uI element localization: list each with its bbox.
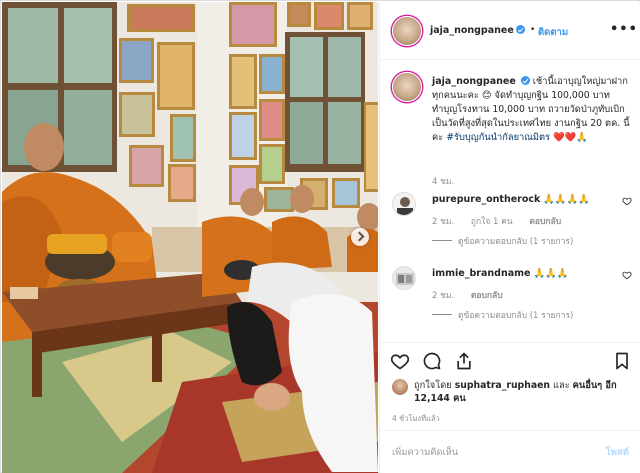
commenter-avatar[interactable] <box>392 266 416 290</box>
caption-timestamp[interactable]: 4 ชม. <box>432 174 454 188</box>
comment-reply-button[interactable]: ตอบกลับ <box>471 291 503 301</box>
comment-reply-button[interactable]: ตอบกลับ <box>529 217 561 227</box>
post-side-panel: jaja_nongpanee • ติดตาม ••• jaja_nongpan… <box>379 2 640 473</box>
more-options-icon[interactable]: ••• <box>610 22 638 37</box>
post-header: jaja_nongpanee • ติดตาม ••• <box>380 2 640 60</box>
comment-meta: 2 ชม. ถูกใจ 1 คน ตอบกลับ <box>432 214 575 228</box>
comment-username[interactable]: immie_brandname <box>432 268 530 279</box>
comment-text: 🙏🙏🙏🙏 <box>543 194 590 205</box>
add-comment-bar: โพสต์ <box>380 430 640 473</box>
verified-badge-icon <box>515 25 525 34</box>
post-comment-button[interactable]: โพสต์ <box>606 445 629 460</box>
comment-like-heart-icon[interactable] <box>622 270 632 280</box>
liker-avatar[interactable] <box>392 379 408 395</box>
bookmark-icon[interactable] <box>612 351 632 371</box>
like-heart-icon[interactable] <box>390 351 410 371</box>
follow-button[interactable]: ติดตาม <box>538 25 568 40</box>
header-separator: • <box>530 25 536 35</box>
post-photo[interactable] <box>2 2 378 473</box>
view-replies-label: ดูข้อความตอบกลับ (1 รายการ) <box>458 311 574 321</box>
comment-username[interactable]: purepure_ontherock <box>432 194 540 205</box>
post-action-bar <box>380 342 640 378</box>
share-icon[interactable] <box>454 351 474 371</box>
comment-bubble-icon[interactable] <box>422 351 442 371</box>
post-dialog: jaja_nongpanee • ติดตาม ••• jaja_nongpan… <box>0 0 640 473</box>
author-username[interactable]: jaja_nongpanee <box>430 25 514 36</box>
post-timestamp[interactable]: 4 ชั่วโมงที่แล้ว <box>392 413 440 425</box>
comment-likes[interactable]: ถูกใจ 1 คน <box>471 217 513 227</box>
comment-time[interactable]: 2 ชม. <box>432 217 454 227</box>
comment-like-heart-icon[interactable] <box>622 196 632 206</box>
comment-text: 🙏🙏🙏 <box>533 268 569 279</box>
caption-avatar[interactable] <box>392 72 422 102</box>
comment-body: immie_brandname 🙏🙏🙏 <box>432 268 612 279</box>
replies-divider <box>432 314 452 315</box>
author-username-wrap[interactable]: jaja_nongpanee <box>430 25 525 36</box>
author-avatar[interactable] <box>392 16 422 46</box>
comment-meta: 2 ชม. ตอบกลับ <box>432 288 517 302</box>
view-replies-label: ดูข้อความตอบกลับ (1 รายการ) <box>458 237 574 247</box>
caption-username[interactable]: jaja_nongpanee <box>432 76 516 87</box>
view-replies-button[interactable]: ดูข้อความตอบกลับ (1 รายการ) <box>432 234 573 248</box>
replies-divider <box>432 240 452 241</box>
caption-text: jaja_nongpanee เช้านี้เอาบุญใหญ่มาฝากทุก… <box>432 75 632 145</box>
view-replies-button[interactable]: ดูข้อความตอบกลับ (1 รายการ) <box>432 308 573 322</box>
carousel-next-button[interactable] <box>351 228 369 246</box>
verified-badge-icon <box>520 76 530 85</box>
comment-input[interactable] <box>392 444 582 460</box>
comment-time[interactable]: 2 ชม. <box>432 291 454 301</box>
likes-text: ถูกใจโดย suphatra_ruphaen และ คนอื่นๆ อี… <box>414 379 634 405</box>
likes-and: และ <box>553 380 570 391</box>
likes-prefix: ถูกใจโดย <box>414 380 452 391</box>
caption-hashtag[interactable]: #รับบุญกันนำกัลยาณมิตร <box>446 132 550 143</box>
commenter-avatar[interactable] <box>392 192 416 216</box>
photo-illustration <box>2 2 378 473</box>
liker-username[interactable]: suphatra_ruphaen <box>455 380 550 391</box>
caption-emoji: ❤️❤️🙏 <box>553 132 588 143</box>
comment-body: purepure_ontherock 🙏🙏🙏🙏 <box>432 194 612 205</box>
